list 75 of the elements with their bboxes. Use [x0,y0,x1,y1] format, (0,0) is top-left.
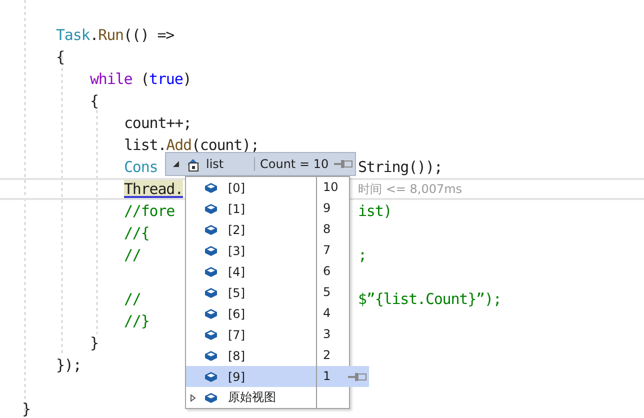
code-text: count++; [124,113,192,134]
field-icon [204,286,218,298]
code-text: ( [140,69,150,90]
field-icon [204,244,218,256]
variable-value: Count = 10 [259,157,330,171]
datatip-row[interactable]: [0] 10 [186,177,349,198]
code-text: { [90,91,98,112]
code-comment: //fore [124,201,175,222]
method-name: Run [98,25,124,46]
code-comment: $”{list.Count}”); [358,289,502,310]
field-icon [204,328,218,340]
datatip-row[interactable]: [5] 5 [186,282,349,303]
item-value: 3 [316,324,347,345]
code-text: (count); [191,135,259,156]
item-value: 10 [316,177,347,198]
variable-icon [185,156,201,172]
item-value: 4 [316,303,347,324]
item-name: [8] [227,348,246,362]
field-icon [204,266,218,278]
item-value: 8 [316,219,347,240]
datatip-row[interactable]: [6] 4 [186,303,349,324]
field-icon [204,350,218,362]
item-name: [6] [227,306,246,320]
datatip-row[interactable]: [4] 6 [186,261,349,282]
code-text: }); [56,355,82,376]
item-name: [0] [227,180,246,194]
field-icon [204,392,218,404]
item-name: [1] [227,202,246,216]
code-comment: ; [358,245,366,266]
datatip-row[interactable]: [2] 8 [186,219,349,240]
code-text: list. [124,135,166,156]
keyword: true [149,69,183,90]
item-name: [5] [227,286,246,300]
item-name: [9] [227,370,246,384]
field-icon [204,182,218,194]
item-value: 7 [316,240,347,261]
method-name: Add [166,135,192,156]
code-text: } [90,333,98,354]
code-text: String()); [358,157,442,178]
code-text: (() => [123,25,174,46]
code-comment: //{ [124,223,150,244]
datatip-row[interactable]: 原始视图 [186,387,349,408]
code-comment: //} [124,311,150,332]
item-value: 9 [316,198,347,219]
datatip-row[interactable]: [9] 1 [186,366,369,387]
item-name: [3] [227,244,246,258]
item-name: 原始视图 [227,389,277,406]
field-icon [204,224,218,236]
field-icon [204,202,218,214]
datatip-row[interactable]: [1] 9 [186,198,349,219]
item-value: 6 [316,261,347,282]
code-comment: // [124,245,141,266]
field-icon [204,370,218,382]
item-value: 1 [316,366,347,387]
highlighted-code: Thread. [124,180,184,198]
keyword: while [90,69,132,90]
item-name: [4] [227,264,246,278]
expand-arrow-icon[interactable] [190,394,196,402]
code-text: { [56,47,64,68]
type-name: Cons [124,157,158,178]
datatip-row[interactable]: [3] 7 [186,240,349,261]
code-text: } [22,399,30,418]
perf-tip: 时间 <= 8,007ms [358,181,462,198]
item-name: [2] [227,222,246,236]
code-text: . [90,25,98,46]
item-name: [7] [227,328,246,342]
variable-name: list [201,157,255,171]
code-text: ) [182,69,192,90]
collapse-arrow-icon[interactable] [172,160,182,168]
type-name: Task [56,25,90,46]
code-comment: ist) [358,201,392,222]
field-icon [204,308,218,320]
code-comment: // [124,289,141,310]
datatip-row[interactable]: [7] 3 [186,324,349,345]
item-value: 5 [316,282,347,303]
